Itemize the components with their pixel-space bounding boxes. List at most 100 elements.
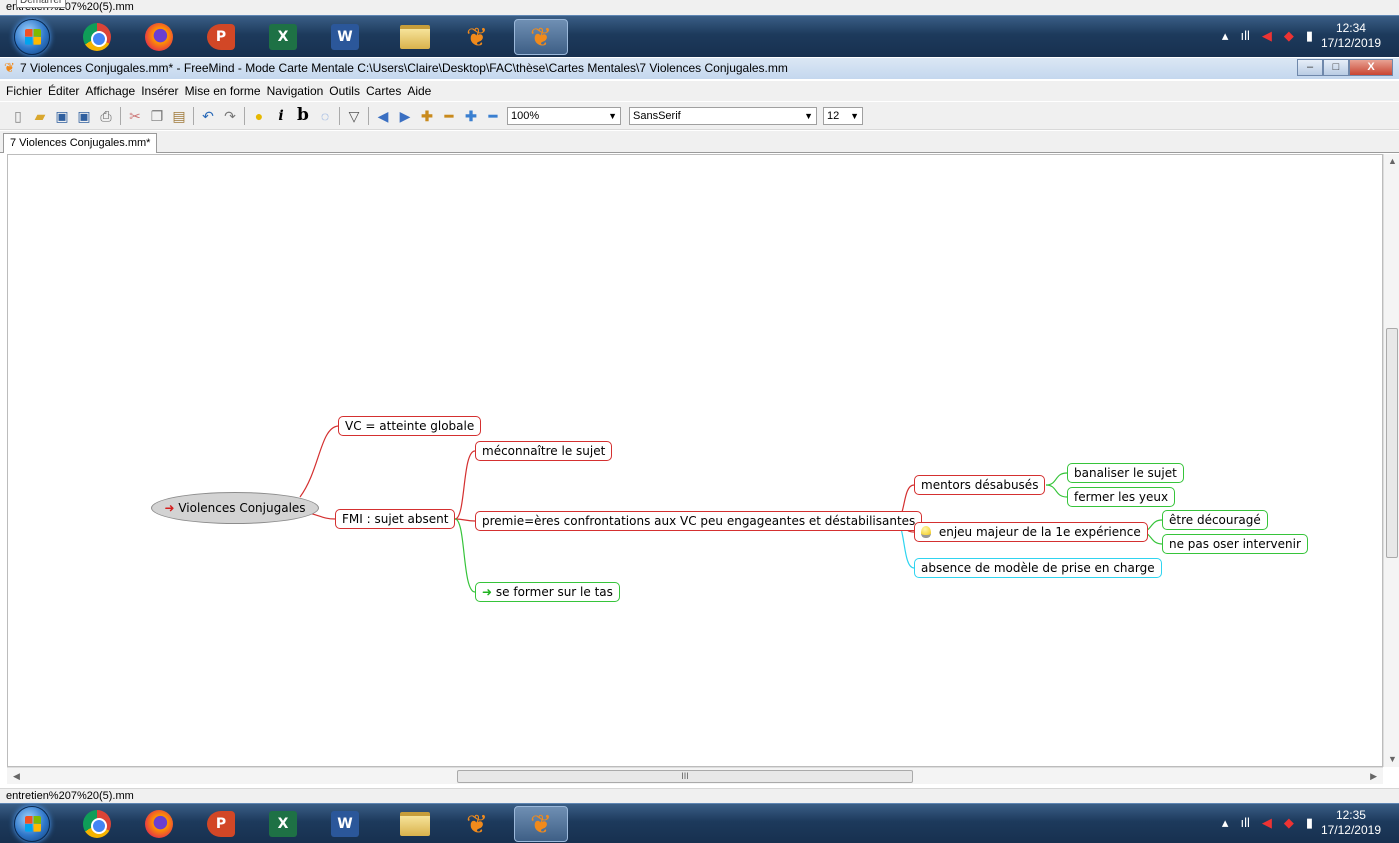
- node-meconnaitre[interactable]: méconnaître le sujet: [475, 441, 613, 461]
- node-banaliser[interactable]: banaliser le sujet: [1067, 463, 1184, 483]
- unfold-plus-icon[interactable]: ✚: [463, 108, 479, 124]
- action-center-icon[interactable]: ◆: [1284, 28, 1294, 44]
- font-size-select[interactable]: 12 ▼: [823, 106, 863, 125]
- excel-icon: X: [269, 811, 297, 837]
- menu-inserer[interactable]: Insérer: [141, 81, 178, 101]
- show-hidden-icons[interactable]: ▴: [1222, 815, 1229, 831]
- node-fmi-sujet-absent[interactable]: FMI : sujet absent: [335, 509, 456, 529]
- start-button[interactable]: [14, 806, 50, 842]
- taskbar-word[interactable]: W: [318, 19, 372, 55]
- horizontal-scrollbar[interactable]: ◀ III ▶: [7, 767, 1383, 784]
- taskbar-clock[interactable]: 12:34 17/12/2019: [1321, 21, 1381, 51]
- italic-icon[interactable]: i: [273, 108, 289, 124]
- volume-icon[interactable]: ◀: [1262, 28, 1272, 44]
- node-ne-pas-oser[interactable]: ne pas oser intervenir: [1162, 534, 1308, 554]
- vertical-scrollbar[interactable]: ▲ ▼: [1383, 154, 1399, 767]
- powerpoint-icon: P: [207, 24, 235, 50]
- taskbar-freemind-1[interactable]: ❦: [450, 806, 504, 842]
- forward-arrow-icon[interactable]: ▶: [397, 108, 413, 124]
- taskbar-chrome[interactable]: [70, 19, 124, 55]
- power-icon[interactable]: ▮: [1306, 28, 1313, 44]
- node-enjeu-majeur[interactable]: enjeu majeur de la 1e expérience: [914, 522, 1148, 542]
- paste-icon[interactable]: ▤: [171, 108, 187, 124]
- menu-cartes[interactable]: Cartes: [366, 81, 401, 101]
- fold-plus-icon[interactable]: ✚: [419, 108, 435, 124]
- red-arrow-icon: ➜: [164, 501, 175, 515]
- power-icon[interactable]: ▮: [1306, 815, 1313, 831]
- font-select[interactable]: SansSerif ▼: [629, 106, 817, 125]
- save-icon[interactable]: ▣: [54, 108, 70, 124]
- scroll-left-icon[interactable]: ◀: [13, 771, 20, 782]
- start-button[interactable]: [14, 19, 50, 55]
- close-button[interactable]: X: [1349, 59, 1393, 76]
- taskbar-clock[interactable]: 12:35 17/12/2019: [1321, 808, 1381, 838]
- taskbar-freemind-2[interactable]: ❦: [514, 806, 568, 842]
- menu-editer[interactable]: Éditer: [48, 81, 79, 101]
- scroll-up-icon[interactable]: ▲: [1388, 156, 1397, 166]
- print-icon[interactable]: ⎙: [98, 108, 114, 124]
- lightbulb-icon[interactable]: ●: [251, 108, 267, 124]
- taskbar-word[interactable]: W: [318, 806, 372, 842]
- back-arrow-icon[interactable]: ◀: [375, 108, 391, 124]
- status-filename: entretien%207%20(5).mm: [6, 790, 134, 802]
- menu-affichage[interactable]: Affichage: [85, 81, 135, 101]
- horizontal-scroll-thumb[interactable]: III: [457, 770, 913, 783]
- freemind-icon: ❦: [530, 22, 552, 52]
- chrome-icon: [83, 23, 111, 51]
- maximize-button[interactable]: □: [1323, 59, 1349, 76]
- speech-bubble-icon[interactable]: ◌: [317, 108, 333, 124]
- menu-mise-en-forme[interactable]: Mise en forme: [185, 81, 261, 101]
- taskbar-freemind-1[interactable]: ❦: [450, 19, 504, 55]
- show-hidden-icons[interactable]: ▴: [1222, 28, 1229, 44]
- taskbar-excel[interactable]: X: [256, 806, 310, 842]
- minimize-button[interactable]: –: [1297, 59, 1323, 76]
- node-premieres-confrontations[interactable]: premie=ères confrontations aux VC peu en…: [475, 511, 923, 531]
- bold-icon[interactable]: b: [295, 107, 311, 124]
- taskbar-explorer[interactable]: [388, 19, 442, 55]
- open-folder-icon[interactable]: ▰: [32, 108, 48, 124]
- new-file-icon[interactable]: ▯: [10, 108, 26, 124]
- redo-icon[interactable]: ↷: [222, 108, 238, 124]
- network-icon[interactable]: ıll: [1240, 28, 1249, 44]
- filter-icon[interactable]: ▽: [346, 108, 362, 124]
- node-absence-modele[interactable]: absence de modèle de prise en charge: [914, 558, 1162, 578]
- copy-icon[interactable]: ❐: [149, 108, 165, 124]
- node-se-former[interactable]: ➜ se former sur le tas: [475, 582, 620, 602]
- node-vc-atteinte[interactable]: VC = atteinte globale: [338, 416, 482, 436]
- toolbar-separator: [368, 106, 369, 125]
- taskbar-firefox[interactable]: [132, 806, 186, 842]
- taskbar-explorer[interactable]: [388, 806, 442, 842]
- taskbar-excel[interactable]: X: [256, 19, 310, 55]
- menu-aide[interactable]: Aide: [407, 81, 431, 101]
- fold-minus-icon[interactable]: ━: [441, 108, 457, 124]
- cut-icon[interactable]: ✂: [127, 108, 143, 124]
- menu-fichier[interactable]: Fichier: [6, 81, 42, 101]
- menu-outils[interactable]: Outils: [329, 81, 360, 101]
- freemind-icon: ❦: [466, 22, 488, 52]
- save-as-icon[interactable]: ▣: [76, 108, 92, 124]
- zoom-select[interactable]: 100% ▼: [507, 106, 621, 125]
- scroll-down-icon[interactable]: ▼: [1388, 754, 1397, 764]
- root-node[interactable]: ➜ Violences Conjugales: [151, 492, 319, 524]
- volume-icon[interactable]: ◀: [1262, 815, 1272, 831]
- taskbar-freemind-2[interactable]: ❦: [514, 19, 568, 55]
- scroll-right-icon[interactable]: ▶: [1370, 771, 1377, 782]
- network-icon[interactable]: ıll: [1240, 815, 1249, 831]
- tab-document[interactable]: 7 Violences Conjugales.mm*: [3, 133, 158, 153]
- node-etre-decourage[interactable]: être découragé: [1162, 510, 1268, 530]
- system-tray: ▴ ıll ◀ ◆ ▮: [1222, 815, 1313, 831]
- taskbar-firefox[interactable]: [132, 19, 186, 55]
- action-center-icon[interactable]: ◆: [1284, 815, 1294, 831]
- mindmap-canvas[interactable]: [7, 154, 1383, 767]
- undo-icon[interactable]: ↶: [200, 108, 216, 124]
- taskbar-powerpoint[interactable]: P: [194, 19, 248, 55]
- vertical-scroll-thumb[interactable]: [1386, 328, 1398, 558]
- window-title: 7 Violences Conjugales.mm* - FreeMind - …: [20, 61, 788, 75]
- unfold-minus-icon[interactable]: ━: [485, 108, 501, 124]
- node-fermer-les-yeux[interactable]: fermer les yeux: [1067, 487, 1176, 507]
- node-mentors-desabuses[interactable]: mentors désabusés: [914, 475, 1046, 495]
- menu-navigation[interactable]: Navigation: [267, 81, 324, 101]
- taskbar-chrome[interactable]: [70, 806, 124, 842]
- taskbar-powerpoint[interactable]: P: [194, 806, 248, 842]
- main-toolbar: ▯ ▰ ▣ ▣ ⎙ ✂ ❐ ▤ ↶ ↷ ● i b ◌ ▽ ◀ ▶ ✚ ━ ✚ …: [0, 102, 1399, 130]
